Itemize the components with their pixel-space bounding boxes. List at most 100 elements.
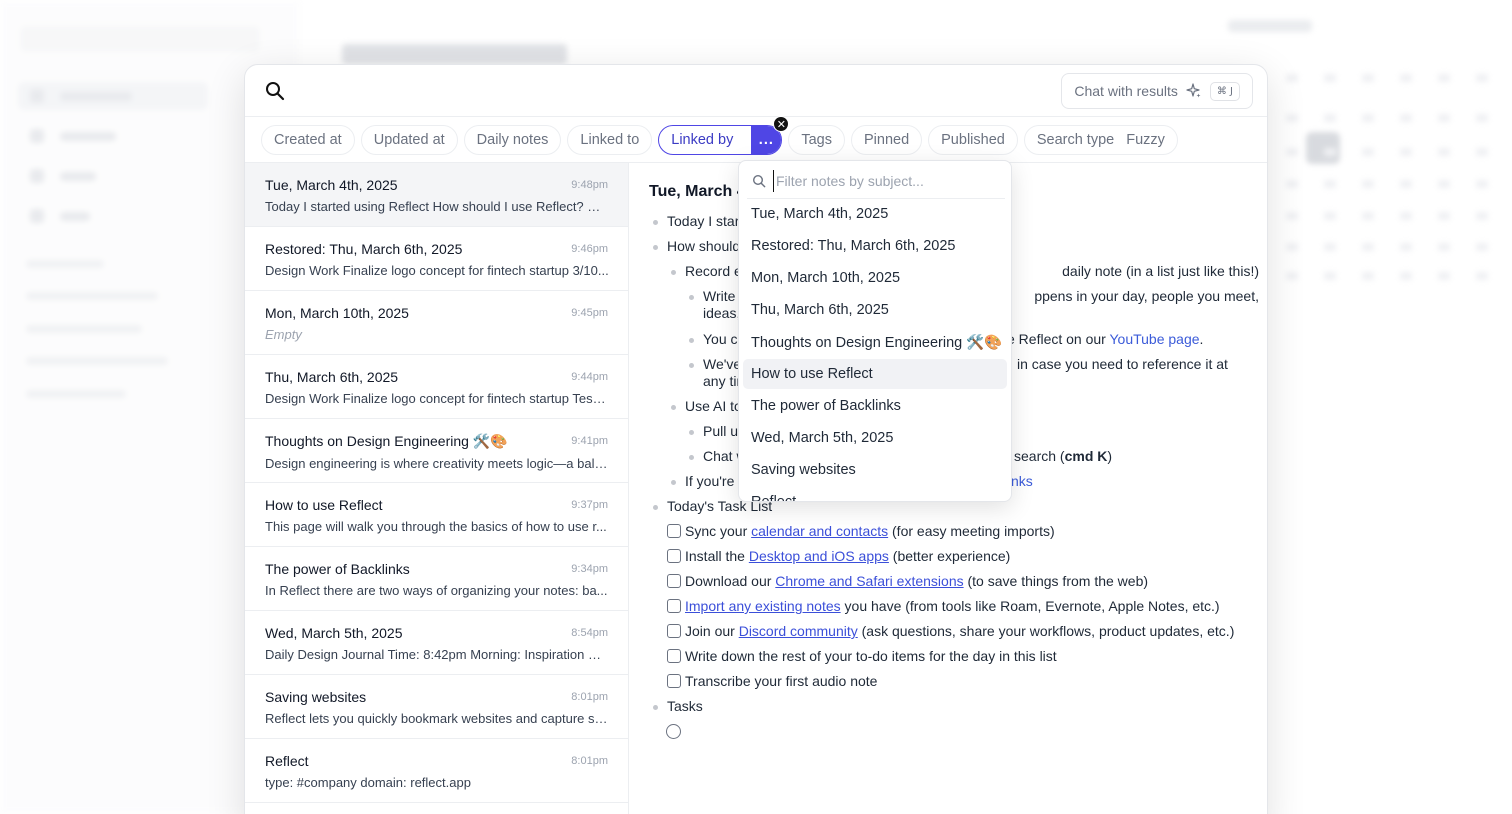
filter-chip-published[interactable]: Published bbox=[928, 125, 1018, 155]
background-calendar-cell bbox=[1476, 74, 1488, 82]
task-text: Install the bbox=[685, 548, 749, 564]
task-checkbox[interactable] bbox=[667, 624, 681, 638]
chat-with-results-button[interactable]: Chat with results ⌘ J bbox=[1061, 73, 1253, 109]
preview-line: If you're bbox=[685, 473, 735, 489]
task-checkbox[interactable] bbox=[667, 549, 681, 563]
result-time: 9:46pm bbox=[571, 243, 608, 255]
background-calendar-cell bbox=[1438, 272, 1450, 280]
task-text: Download our bbox=[685, 573, 776, 589]
dropdown-option[interactable]: Reflect bbox=[743, 487, 1007, 501]
filter-chip-label: Daily notes bbox=[476, 132, 549, 148]
background-calendar-cell bbox=[1286, 74, 1298, 82]
filter-chip-daily-notes[interactable]: Daily notes bbox=[463, 125, 562, 155]
task-link[interactable]: Desktop and iOS apps bbox=[749, 548, 889, 564]
task-item: Transcribe your first audio note bbox=[685, 673, 877, 689]
tasks-heading: Tasks bbox=[667, 698, 703, 714]
result-snippet: In Reflect there are two ways of organiz… bbox=[265, 583, 608, 598]
background-calendar-cell bbox=[1400, 74, 1412, 82]
bullet bbox=[689, 455, 694, 460]
chat-with-results-label: Chat with results bbox=[1074, 83, 1178, 99]
preview-line: How should bbox=[667, 238, 741, 254]
preview-line: ppens in your day, people you meet, bbox=[1034, 288, 1259, 304]
search-bar: Chat with results ⌘ J bbox=[245, 65, 1267, 117]
shortcut-text: cmd K bbox=[1064, 448, 1108, 464]
result-time: 8:01pm bbox=[571, 691, 608, 703]
task-link[interactable]: calendar and contacts bbox=[751, 523, 888, 539]
dropdown-search bbox=[747, 163, 1005, 199]
result-item[interactable]: The power of Backlinks 9:34pm In Reflect t… bbox=[245, 547, 628, 611]
filter-chip-search-type[interactable]: Search type Fuzzy bbox=[1023, 125, 1178, 155]
result-item[interactable]: Saving websites 8:01pm Reflect lets you qu… bbox=[245, 675, 628, 739]
background-line bbox=[26, 325, 142, 333]
background-calendar-cell bbox=[1324, 243, 1336, 251]
search-icon bbox=[266, 82, 285, 101]
task-item: Write down the rest of your to-do items … bbox=[685, 648, 1057, 664]
filter-chip-tags[interactable]: Tags bbox=[788, 125, 845, 155]
task-text: (ask questions, share your workflows, pr… bbox=[857, 623, 1235, 639]
filter-chip-pinned[interactable]: Pinned bbox=[850, 125, 923, 155]
dropdown-option[interactable]: Thoughts on Design Engineering 🛠️🎨 bbox=[743, 327, 1007, 357]
background-calendar-cell bbox=[1438, 212, 1450, 220]
bullet bbox=[653, 505, 658, 510]
dropdown-option[interactable]: Thu, March 6th, 2025 bbox=[743, 295, 1007, 325]
task-checkbox[interactable] bbox=[667, 649, 681, 663]
dropdown-option[interactable]: Wed, March 5th, 2025 bbox=[743, 423, 1007, 453]
preview-line: daily note (in a list just like this!) bbox=[1062, 263, 1259, 279]
result-item[interactable]: Thoughts on Design Engineering 🛠️🎨 9:41pm… bbox=[245, 419, 628, 483]
background-calendar-cell bbox=[1400, 148, 1412, 156]
chat-shortcut-badge: ⌘ J bbox=[1209, 81, 1240, 101]
youtube-page-link[interactable]: YouTube page bbox=[1109, 331, 1199, 347]
search-icon bbox=[752, 174, 766, 188]
task-item: Import any existing notes you have (from… bbox=[685, 598, 1220, 614]
task-link[interactable]: Discord community bbox=[739, 623, 858, 639]
result-item[interactable]: Restored: Thu, March 6th, 2025 9:46pm Desi… bbox=[245, 227, 628, 291]
task-checkbox[interactable] bbox=[667, 574, 681, 588]
result-item[interactable]: Thu, March 6th, 2025 9:44pm Design Work Fi… bbox=[245, 355, 628, 419]
close-icon[interactable]: ✕ bbox=[773, 116, 790, 132]
background-calendar-cell bbox=[1286, 114, 1298, 122]
filter-chip-label: Updated at bbox=[373, 132, 445, 148]
task-checkbox[interactable] bbox=[667, 674, 681, 688]
background-calendar-cell bbox=[1438, 74, 1450, 82]
preview-text: e Reflect on our bbox=[1007, 331, 1110, 347]
background-calendar-cell bbox=[1362, 212, 1374, 220]
dropdown-option[interactable]: Tue, March 4th, 2025 bbox=[743, 199, 1007, 229]
background-nav-item bbox=[18, 162, 208, 190]
result-snippet: Design Work Finalize logo concept for fi… bbox=[265, 391, 609, 406]
preview-link[interactable]: nks bbox=[1011, 473, 1033, 489]
dropdown-option[interactable]: The power of Backlinks bbox=[743, 391, 1007, 421]
dropdown-option[interactable]: Saving websites bbox=[743, 455, 1007, 485]
result-item[interactable]: Mon, March 10th, 2025 9:45pm Empty bbox=[245, 291, 628, 355]
result-title: Mon, March 10th, 2025 bbox=[265, 305, 409, 321]
result-item[interactable]: Tue, March 4th, 2025 9:48pm Today I starte… bbox=[245, 163, 628, 227]
empty-task-circle[interactable] bbox=[666, 724, 681, 739]
filter-chip-linked-by[interactable]: Linked by... ✕ bbox=[658, 116, 790, 155]
dropdown-option[interactable]: Restored: Thu, March 6th, 2025 bbox=[743, 231, 1007, 261]
filter-chip-linked-to[interactable]: Linked to bbox=[567, 125, 653, 155]
task-link[interactable]: Import any existing notes bbox=[685, 598, 841, 614]
result-item[interactable]: Wed, March 5th, 2025 8:54pm Daily Design J… bbox=[245, 611, 628, 675]
task-checkbox[interactable] bbox=[667, 599, 681, 613]
result-title: How to use Reflect bbox=[265, 497, 383, 513]
filter-notes-input[interactable] bbox=[773, 170, 998, 192]
task-text: Write down the rest of your to-do items … bbox=[685, 648, 1057, 664]
result-item[interactable]: How to use Reflect 9:37pm This page will w… bbox=[245, 483, 628, 547]
result-title: Restored: Thu, March 6th, 2025 bbox=[265, 241, 463, 257]
task-link[interactable]: Chrome and Safari extensions bbox=[775, 573, 963, 589]
background-calendar-cell bbox=[1324, 114, 1336, 122]
background-calendar-cell bbox=[1362, 114, 1374, 122]
filter-chip-updated-at[interactable]: Updated at bbox=[360, 125, 458, 155]
result-snippet: Today I started using Reflect How should… bbox=[265, 199, 609, 214]
dropdown-option[interactable]: How to use Reflect bbox=[743, 359, 1007, 389]
preview-line: any tir bbox=[703, 373, 742, 389]
background-calendar-cell bbox=[1476, 243, 1488, 251]
task-text: you have (from tools like Roam, Evernote… bbox=[840, 598, 1220, 614]
result-snippet: Daily Design Journal Time: 8:42pm Mornin… bbox=[265, 647, 609, 662]
filter-chip-value: Fuzzy bbox=[1126, 132, 1165, 148]
background-calendar-cell bbox=[1438, 148, 1450, 156]
dropdown-option[interactable]: Mon, March 10th, 2025 bbox=[743, 263, 1007, 293]
filter-chip-created-at[interactable]: Created at bbox=[261, 125, 355, 155]
result-time: 9:37pm bbox=[571, 499, 608, 511]
task-checkbox[interactable] bbox=[667, 524, 681, 538]
result-item[interactable]: Reflect 8:01pm type: #company domain: refl… bbox=[245, 739, 628, 803]
